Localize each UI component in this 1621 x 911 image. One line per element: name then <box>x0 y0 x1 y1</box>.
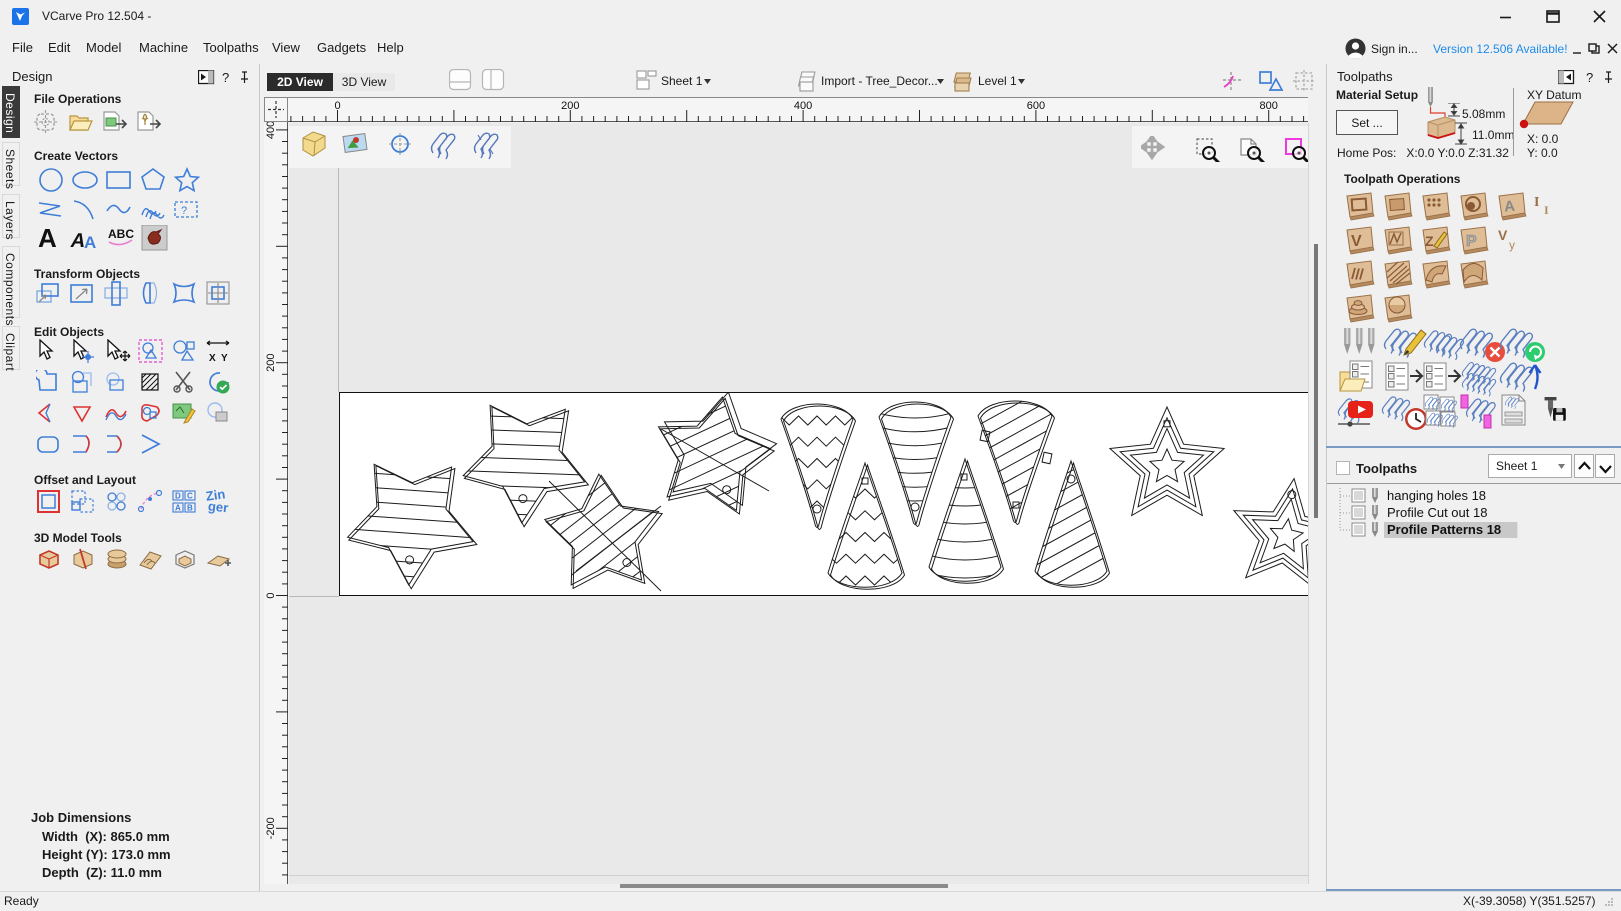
svg-text:Y: Y <box>221 353 228 364</box>
svg-text:400: 400 <box>794 100 812 112</box>
svg-text:X: X <box>209 353 216 364</box>
svg-text:?: ? <box>222 70 229 85</box>
svg-text:200: 200 <box>561 100 579 112</box>
svg-text:D: D <box>175 492 181 501</box>
svg-text:?: ? <box>181 205 187 217</box>
svg-text:I: I <box>1544 203 1549 217</box>
svg-text:A: A <box>84 233 96 252</box>
svg-text:200: 200 <box>265 354 277 372</box>
svg-text:V: V <box>1498 227 1508 243</box>
svg-text:ger: ger <box>207 498 229 515</box>
svg-text:B: B <box>187 504 193 513</box>
svg-text:ABC: ABC <box>108 227 134 241</box>
svg-text:A: A <box>1504 198 1516 216</box>
svg-text:0: 0 <box>265 592 277 598</box>
svg-text:-200: -200 <box>265 817 277 839</box>
svg-text:V: V <box>1351 233 1362 250</box>
svg-text:hanging holes 18: hanging holes 18 <box>1387 488 1486 503</box>
svg-text:?: ? <box>1586 70 1593 85</box>
svg-text:800: 800 <box>1260 100 1278 112</box>
svg-text:C: C <box>187 492 193 501</box>
svg-text:0: 0 <box>334 100 340 112</box>
svg-text:Profile Patterns 18: Profile Patterns 18 <box>1387 522 1501 537</box>
svg-text:Profile Cut out 18: Profile Cut out 18 <box>1387 505 1487 520</box>
svg-text:400: 400 <box>265 122 277 139</box>
svg-text:600: 600 <box>1027 100 1045 112</box>
svg-text:y: y <box>1509 238 1515 252</box>
svg-text:A: A <box>38 225 57 253</box>
svg-text:P: P <box>1466 233 1477 250</box>
svg-text:Z: Z <box>1425 233 1434 249</box>
svg-text:I: I <box>1534 195 1539 210</box>
svg-text:A: A <box>175 504 181 513</box>
